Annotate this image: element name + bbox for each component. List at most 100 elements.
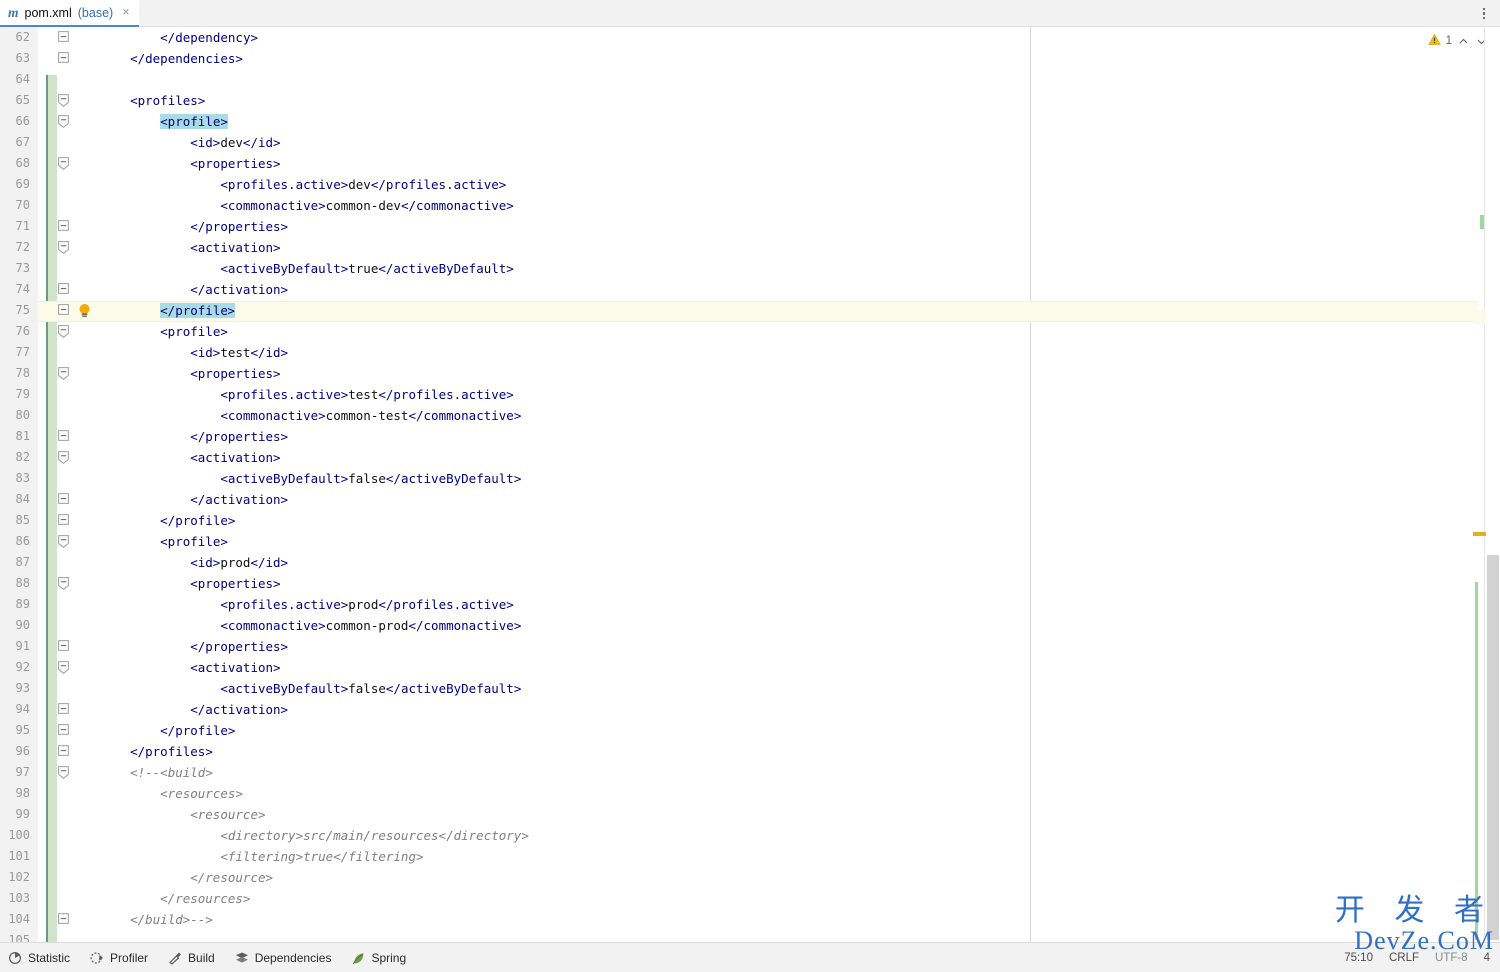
fold-collapse-icon[interactable] bbox=[58, 241, 69, 254]
fold-expand-icon[interactable] bbox=[58, 304, 69, 317]
fold-collapse-icon[interactable] bbox=[58, 115, 69, 128]
code-line[interactable]: 100 <directory>src/main/resources</direct… bbox=[0, 825, 1500, 846]
fold-expand-icon[interactable] bbox=[58, 430, 69, 443]
code-line[interactable]: 87 <id>prod</id> bbox=[0, 552, 1500, 573]
code-line[interactable]: 104 </build>--> bbox=[0, 909, 1500, 930]
fold-collapse-icon[interactable] bbox=[58, 367, 69, 380]
status-bar-item-build[interactable]: Build bbox=[168, 951, 215, 965]
fold-collapse-icon[interactable] bbox=[58, 577, 69, 590]
status-bar-item-profiler[interactable]: Profiler bbox=[90, 951, 148, 965]
editor-scrollbar[interactable] bbox=[1486, 27, 1500, 942]
caret-position[interactable]: 75:10 bbox=[1344, 952, 1373, 964]
file-encoding[interactable]: UTF-8 bbox=[1435, 952, 1468, 964]
code-line[interactable]: 76 <profile> bbox=[0, 321, 1500, 342]
code-line[interactable]: 75 </profile> bbox=[0, 300, 1500, 321]
code-line[interactable]: 88 <properties> bbox=[0, 573, 1500, 594]
code-line[interactable]: 94 </activation> bbox=[0, 699, 1500, 720]
code-line[interactable]: 98 <resources> bbox=[0, 783, 1500, 804]
code-line[interactable]: 62 </dependency> bbox=[0, 27, 1500, 48]
fold-collapse-icon[interactable] bbox=[58, 535, 69, 548]
code-text: <profiles.active>dev</profiles.active> bbox=[220, 174, 506, 195]
fold-expand-icon[interactable] bbox=[58, 640, 69, 653]
fold-expand-icon[interactable] bbox=[58, 703, 69, 716]
fold-expand-icon[interactable] bbox=[58, 913, 69, 926]
code-line[interactable]: 95 </profile> bbox=[0, 720, 1500, 741]
code-line[interactable]: 73 <activeByDefault>true</activeByDefault… bbox=[0, 258, 1500, 279]
code-line[interactable]: 86 <profile> bbox=[0, 531, 1500, 552]
code-line[interactable]: 72 <activation> bbox=[0, 237, 1500, 258]
fold-expand-icon[interactable] bbox=[58, 31, 69, 44]
code-line[interactable]: 71 </properties> bbox=[0, 216, 1500, 237]
intention-bulb-icon[interactable] bbox=[77, 303, 92, 319]
code-token: </commonactive> bbox=[400, 198, 514, 213]
code-line[interactable]: 77 <id>test</id> bbox=[0, 342, 1500, 363]
close-icon[interactable]: × bbox=[122, 6, 129, 19]
code-line[interactable]: 65 <profiles> bbox=[0, 90, 1500, 111]
fold-collapse-icon[interactable] bbox=[58, 157, 69, 170]
code-line[interactable]: 67 <id>dev</id> bbox=[0, 132, 1500, 153]
code-line[interactable]: 69 <profiles.active>dev</profiles.active> bbox=[0, 174, 1500, 195]
code-line[interactable]: 70 <commonactive>common-dev</commonactive… bbox=[0, 195, 1500, 216]
code-line[interactable]: 64 bbox=[0, 69, 1500, 90]
code-line[interactable]: 68 <properties> bbox=[0, 153, 1500, 174]
code-line[interactable]: 89 <profiles.active>prod</profiles.active… bbox=[0, 594, 1500, 615]
code-line[interactable]: 81 </properties> bbox=[0, 426, 1500, 447]
code-line[interactable]: 79 <profiles.active>test</profiles.active… bbox=[0, 384, 1500, 405]
line-separator[interactable]: CRLF bbox=[1389, 952, 1419, 964]
code-text: <profile> bbox=[160, 321, 228, 342]
fold-collapse-icon[interactable] bbox=[58, 325, 69, 338]
fold-expand-icon[interactable] bbox=[58, 493, 69, 506]
code-line[interactable]: 84 </activation> bbox=[0, 489, 1500, 510]
fold-expand-icon[interactable] bbox=[58, 724, 69, 737]
fold-collapse-icon[interactable] bbox=[58, 766, 69, 779]
status-bar-item-spring[interactable]: Spring bbox=[351, 951, 406, 965]
line-number: 99 bbox=[15, 807, 30, 821]
code-token: <commonactive> bbox=[220, 408, 326, 423]
code-line[interactable]: 91 </properties> bbox=[0, 636, 1500, 657]
code-line[interactable]: 105 bbox=[0, 930, 1500, 942]
stripe-marker-warning[interactable] bbox=[1473, 532, 1487, 536]
code-line[interactable]: 92 <activation> bbox=[0, 657, 1500, 678]
code-line[interactable]: 83 <activeByDefault>false</activeByDefaul… bbox=[0, 468, 1500, 489]
fold-collapse-icon[interactable] bbox=[58, 661, 69, 674]
code-line[interactable]: 90 <commonactive>common-prod</commonactiv… bbox=[0, 615, 1500, 636]
status-bar-tools[interactable]: Statistic Profiler Build Dependencies Spring bbox=[8, 943, 406, 972]
fold-expand-icon[interactable] bbox=[58, 220, 69, 233]
code-line[interactable]: 78 <properties> bbox=[0, 363, 1500, 384]
fold-expand-icon[interactable] bbox=[58, 283, 69, 296]
code-line[interactable]: 101 <filtering>true</filtering> bbox=[0, 846, 1500, 867]
fold-collapse-icon[interactable] bbox=[58, 451, 69, 464]
fold-collapse-icon[interactable] bbox=[58, 94, 69, 107]
status-bar-item-statistic[interactable]: Statistic bbox=[8, 951, 70, 965]
line-number: 71 bbox=[15, 219, 30, 233]
status-bar-indicators[interactable]: 75:10 CRLF UTF-8 4 bbox=[1344, 943, 1490, 972]
indent-size[interactable]: 4 bbox=[1484, 952, 1490, 964]
code-token: <commonactive> bbox=[220, 618, 326, 633]
code-line[interactable]: 103 </resources> bbox=[0, 888, 1500, 909]
code-line[interactable]: 99 <resource> bbox=[0, 804, 1500, 825]
editor-tab-pom-xml[interactable]: m pom.xml (base) × bbox=[0, 0, 139, 27]
fold-expand-icon[interactable] bbox=[58, 514, 69, 527]
stripe-marker-change[interactable] bbox=[1480, 215, 1484, 229]
code-token: <profile> bbox=[160, 534, 228, 549]
more-options-icon[interactable] bbox=[1476, 5, 1492, 22]
code-line[interactable]: 80 <commonactive>common-test</commonactiv… bbox=[0, 405, 1500, 426]
code-line[interactable]: 97 <!--<build> bbox=[0, 762, 1500, 783]
code-lines[interactable]: 62 </dependency> 63 </dependencies> 64 65 <pro… bbox=[0, 27, 1500, 942]
code-line[interactable]: 82 <activation> bbox=[0, 447, 1500, 468]
code-line[interactable]: 102 </resource> bbox=[0, 867, 1500, 888]
code-line[interactable]: 63 </dependencies> bbox=[0, 48, 1500, 69]
code-line[interactable]: 74 </activation> bbox=[0, 279, 1500, 300]
code-line[interactable]: 96 </profiles> bbox=[0, 741, 1500, 762]
status-bar-item-dependencies[interactable]: Dependencies bbox=[235, 951, 331, 965]
fold-expand-icon[interactable] bbox=[58, 52, 69, 65]
code-editor[interactable]: 62 </dependency> 63 </dependencies> 64 65 <pro… bbox=[0, 27, 1500, 942]
scrollbar-thumb[interactable] bbox=[1487, 555, 1499, 940]
chevron-up-icon[interactable] bbox=[1457, 35, 1470, 48]
fold-expand-icon[interactable] bbox=[58, 745, 69, 758]
code-token: <profile> bbox=[160, 114, 228, 129]
code-token: </profile bbox=[160, 303, 228, 318]
code-line[interactable]: 85 </profile> bbox=[0, 510, 1500, 531]
code-line[interactable]: 93 <activeByDefault>false</activeByDefaul… bbox=[0, 678, 1500, 699]
code-line[interactable]: 66 <profile> bbox=[0, 111, 1500, 132]
